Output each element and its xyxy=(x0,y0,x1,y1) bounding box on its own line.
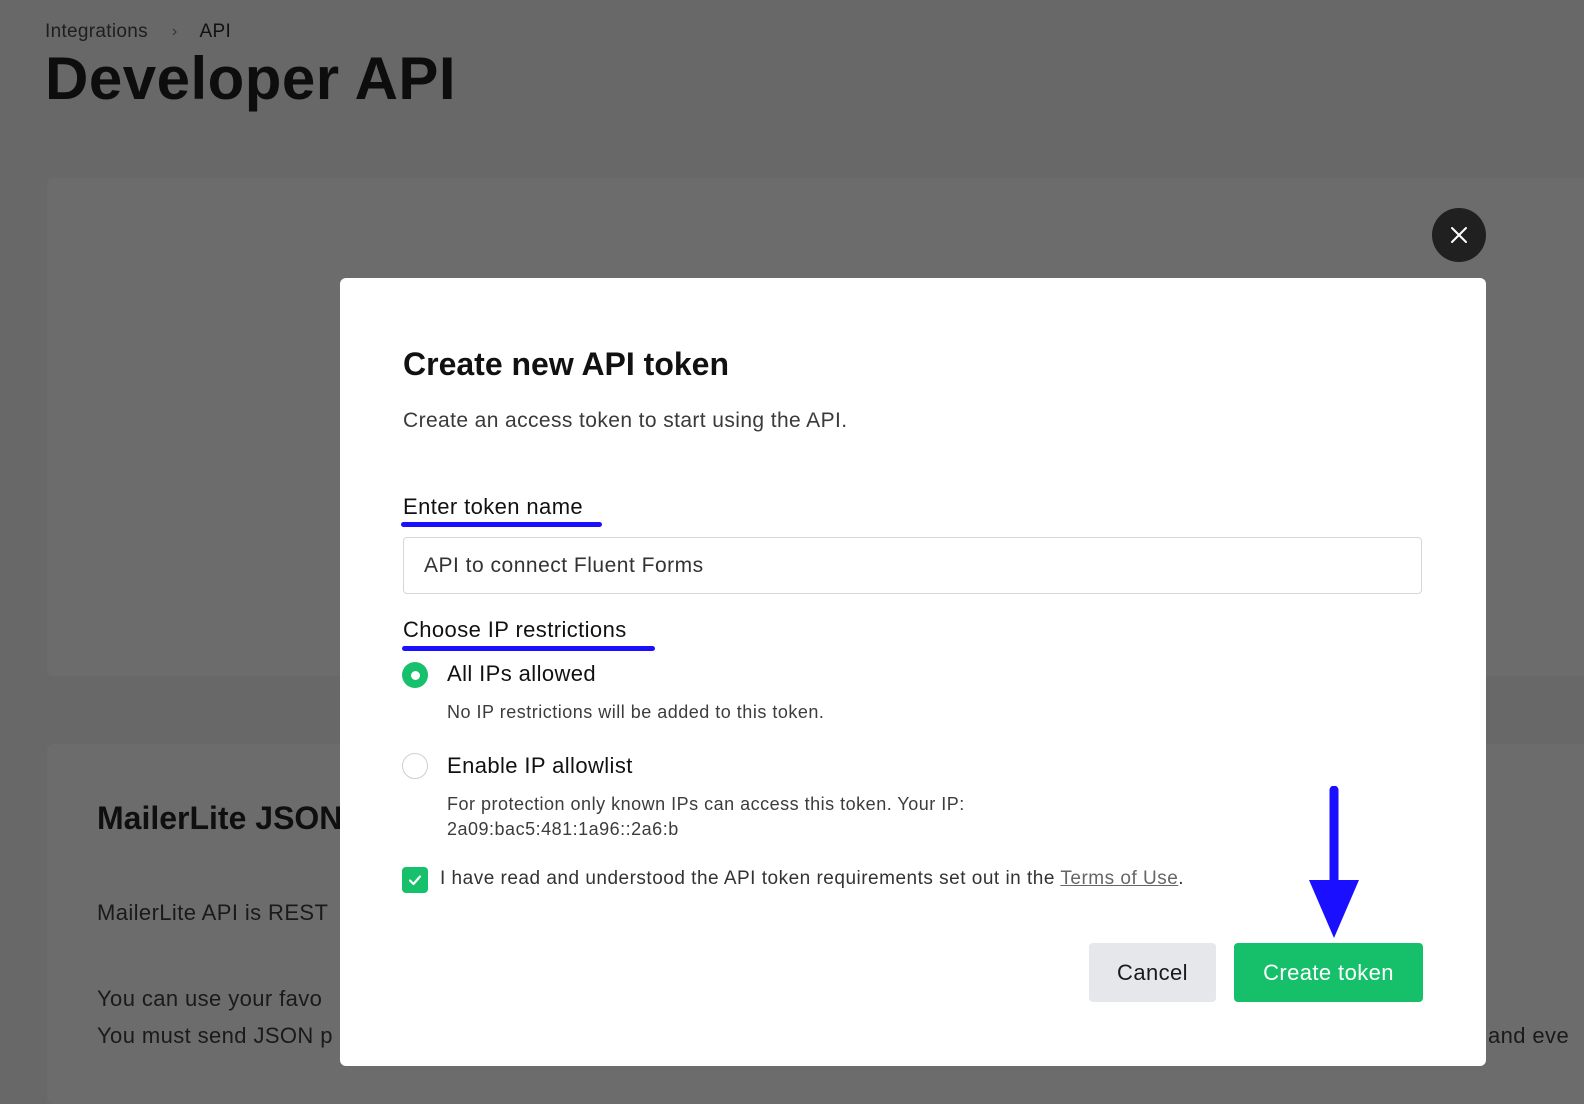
check-icon xyxy=(408,875,422,886)
radio-all-ips[interactable] xyxy=(402,662,428,688)
user-ip-address: 2a09:bac5:481:1a96::2a6:b xyxy=(447,819,679,839)
annotation-underline xyxy=(401,522,602,527)
token-name-label: Enter token name xyxy=(403,494,584,519)
close-modal-button[interactable] xyxy=(1432,208,1486,262)
radio-dot xyxy=(410,670,420,680)
background-text: You can use your favo xyxy=(97,986,323,1011)
annotation-underline xyxy=(402,646,655,651)
close-icon xyxy=(1451,227,1467,243)
cancel-button[interactable]: Cancel xyxy=(1089,943,1216,1002)
terms-suffix: . xyxy=(1178,868,1185,889)
create-token-button[interactable]: Create token xyxy=(1234,943,1423,1002)
option-label-all-ips[interactable]: All IPs allowed xyxy=(447,661,596,687)
chevron-right-icon: › xyxy=(171,23,178,40)
background-section-heading: MailerLite JSON xyxy=(97,800,343,836)
create-token-dialog: Create new API token Create an access to… xyxy=(340,278,1486,1066)
ip-restrictions-label: Choose IP restrictions xyxy=(403,617,627,642)
background-text: MailerLite API is REST xyxy=(97,900,329,925)
terms-checkbox[interactable] xyxy=(402,867,428,893)
ip-allowlist-description: For protection only known IPs can access… xyxy=(447,794,965,814)
page-title: Developer API xyxy=(45,45,457,112)
token-name-input[interactable] xyxy=(403,537,1422,594)
dialog-title: Create new API token xyxy=(403,346,730,382)
arrow-down-icon xyxy=(1309,786,1359,938)
breadcrumb: Integrations › API xyxy=(45,20,231,44)
terms-of-use-link[interactable]: Terms of Use xyxy=(1060,868,1178,889)
radio-ip-allowlist[interactable] xyxy=(402,753,428,779)
dialog-subtitle: Create an access token to start using th… xyxy=(403,409,848,432)
background-text: and eve xyxy=(1488,1023,1570,1048)
option-description-all-ips: No IP restrictions will be added to this… xyxy=(447,702,825,722)
option-description-ip-allowlist: For protection only known IPs can access… xyxy=(447,792,965,842)
breadcrumb-item-integrations[interactable]: Integrations xyxy=(45,21,148,43)
background-text: You must send JSON p xyxy=(97,1023,333,1048)
terms-text: I have read and understood the API token… xyxy=(440,868,1061,889)
option-label-ip-allowlist[interactable]: Enable IP allowlist xyxy=(447,753,633,779)
terms-statement: I have read and understood the API token… xyxy=(440,868,1184,890)
breadcrumb-item-api: API xyxy=(199,21,232,42)
